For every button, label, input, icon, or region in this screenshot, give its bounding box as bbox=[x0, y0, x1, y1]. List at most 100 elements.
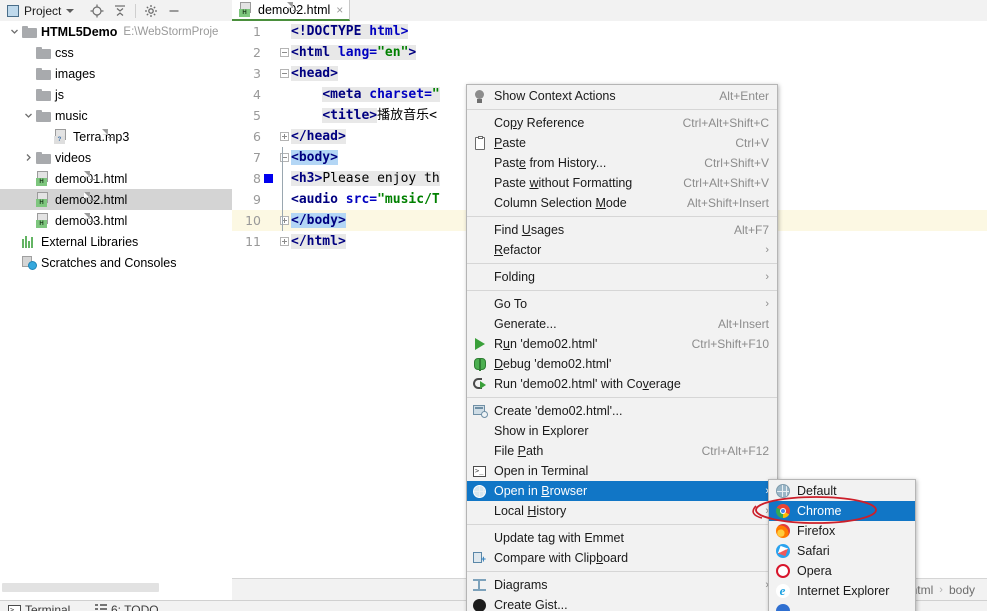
tree-item-css[interactable]: css bbox=[0, 42, 232, 63]
project-tool-window-title[interactable]: Project bbox=[0, 4, 75, 18]
menu-item-run-demo02-html[interactable]: Run 'demo02.html' Ctrl+Shift+F10 bbox=[467, 334, 777, 354]
menu-item-column-selection-mode[interactable]: Column Selection Mode Alt+Shift+Insert bbox=[467, 193, 777, 213]
gutter-row[interactable]: 1 bbox=[232, 21, 291, 42]
status-todo-button[interactable]: 6: TODO bbox=[95, 603, 159, 611]
line-number: 9 bbox=[253, 192, 261, 207]
line-number: 4 bbox=[253, 87, 261, 102]
code-folding-toggle[interactable] bbox=[280, 132, 289, 141]
menu-item-debug-demo02-html[interactable]: Debug 'demo02.html' bbox=[467, 354, 777, 374]
locate-icon[interactable] bbox=[86, 1, 108, 21]
open-in-browser-submenu[interactable]: Default Chrome Firefox Safari Opera e Internet… bbox=[768, 479, 916, 611]
tree-item-demo03-html[interactable]: Hdemo03.html bbox=[0, 210, 232, 231]
menu-item-label: Run 'demo02.html' bbox=[494, 337, 598, 351]
menu-item-update-tag-with-emmet[interactable]: Update tag with Emmet bbox=[467, 528, 777, 548]
status-todo-label: 6: TODO bbox=[111, 603, 159, 611]
browser-item-more[interactable] bbox=[769, 601, 915, 611]
menu-item-label: Folding bbox=[494, 270, 535, 284]
tree-item-music[interactable]: music bbox=[0, 105, 232, 126]
browser-item-safari[interactable]: Safari bbox=[769, 541, 915, 561]
tree-item-scratches-and-consoles[interactable]: Scratches and Consoles bbox=[0, 252, 232, 273]
code-line[interactable]: <!DOCTYPE html> bbox=[291, 21, 987, 42]
menu-item-show-context-actions[interactable]: Show Context Actions Alt+Enter bbox=[467, 86, 777, 106]
tree-item-terra-mp3[interactable]: ? Terra.mp3 bbox=[0, 126, 232, 147]
gutter-row[interactable]: 3 bbox=[232, 63, 291, 84]
toolbar-divider bbox=[135, 3, 137, 18]
code-token: <h3> bbox=[291, 171, 323, 186]
coverage-icon bbox=[471, 376, 488, 392]
menu-item-paste[interactable]: Paste Ctrl+V bbox=[467, 133, 777, 153]
browser-item-opera[interactable]: Opera bbox=[769, 561, 915, 581]
tree-item-external-libraries[interactable]: External Libraries bbox=[0, 231, 232, 252]
menu-item-go-to[interactable]: Go To › bbox=[467, 294, 777, 314]
menu-item-label: Generate... bbox=[494, 317, 557, 331]
browser-item-chrome[interactable]: Chrome bbox=[769, 501, 915, 521]
tree-item-demo01-html[interactable]: Hdemo01.html bbox=[0, 168, 232, 189]
project-tree-panel[interactable]: HTML5Demo E:\WebStormProje css images js musi… bbox=[0, 21, 233, 589]
tree-item-demo02-html[interactable]: Hdemo02.html bbox=[0, 189, 232, 210]
tree-item-label: videos bbox=[55, 150, 92, 165]
menu-item-show-in-explorer[interactable]: Show in Explorer bbox=[467, 421, 777, 441]
code-folding-toggle[interactable] bbox=[280, 237, 289, 246]
chevron-right-icon[interactable] bbox=[22, 147, 35, 168]
menu-item-label: Refactor bbox=[494, 243, 542, 257]
menu-item-paste-without-formatting[interactable]: Paste without Formatting Ctrl+Alt+Shift+V bbox=[467, 173, 777, 193]
menu-separator bbox=[467, 216, 777, 217]
chevron-down-icon[interactable] bbox=[22, 105, 35, 126]
code-token: " bbox=[431, 87, 440, 102]
code-token: Please enjoy th bbox=[322, 171, 440, 186]
chevron-down-icon[interactable] bbox=[66, 8, 75, 13]
editor-gutter[interactable]: 1 2 3 4 5 6 7 8 9 10 11 bbox=[232, 21, 291, 589]
menu-item-open-in-terminal[interactable]: >_ Open in Terminal bbox=[467, 461, 777, 481]
menu-item-open-in-browser[interactable]: Open in Browser› bbox=[467, 481, 777, 501]
menu-item-file-path[interactable]: File Path Ctrl+Alt+F12 bbox=[467, 441, 777, 461]
code-line[interactable]: <head> bbox=[291, 63, 987, 84]
code-line[interactable]: <html lang="en"> bbox=[291, 42, 987, 63]
menu-item-diagrams[interactable]: Diagrams› bbox=[467, 575, 777, 595]
breadcrumb-item-body[interactable]: body bbox=[949, 583, 975, 597]
collapse-all-icon[interactable] bbox=[109, 1, 131, 21]
menu-item-run-demo02-html-with-coverage[interactable]: Run 'demo02.html' with Coverage bbox=[467, 374, 777, 394]
menu-item-create-demo02-html[interactable]: Create 'demo02.html'... bbox=[467, 401, 777, 421]
menu-item-compare-with-clipboard[interactable]: + Compare with Clipboard bbox=[467, 548, 777, 568]
gutter-row[interactable]: 4 bbox=[232, 84, 291, 105]
gutter-row[interactable]: 2 bbox=[232, 42, 291, 63]
menu-item-create-gist[interactable]: Create Gist... bbox=[467, 595, 777, 611]
tree-item-js[interactable]: js bbox=[0, 84, 232, 105]
menu-item-shortcut: Ctrl+Alt+Shift+C bbox=[682, 116, 769, 130]
menu-separator bbox=[467, 397, 777, 398]
menu-separator bbox=[467, 571, 777, 572]
tab-demo02-html[interactable]: H demo02.html × bbox=[232, 0, 351, 21]
menu-item-shortcut: Ctrl+Shift+V bbox=[704, 156, 769, 170]
browser-item-firefox[interactable]: Firefox bbox=[769, 521, 915, 541]
hide-icon[interactable] bbox=[163, 1, 185, 21]
editor-context-menu[interactable]: Show Context Actions Alt+Enter Copy Refere… bbox=[466, 84, 778, 611]
browser-item-internet-explorer[interactable]: e Internet Explorer bbox=[769, 581, 915, 601]
gutter-row[interactable]: 6 bbox=[232, 126, 291, 147]
menu-item-folding[interactable]: Folding › bbox=[467, 267, 777, 287]
menu-item-paste-from-history[interactable]: Paste from History... Ctrl+Shift+V bbox=[467, 153, 777, 173]
status-terminal-button[interactable]: >_ Terminal bbox=[8, 603, 70, 611]
menu-item-label: Local History bbox=[494, 504, 567, 518]
gutter-row[interactable]: 11 bbox=[232, 231, 291, 252]
menu-item-copy-reference[interactable]: Copy Reference Ctrl+Alt+Shift+C bbox=[467, 113, 777, 133]
menu-item-generate[interactable]: Generate... Alt+Insert bbox=[467, 314, 777, 334]
tree-item-html5demo[interactable]: HTML5Demo E:\WebStormProje bbox=[0, 21, 232, 42]
menu-item-local-history[interactable]: Local History› bbox=[467, 501, 777, 521]
browser-item-default[interactable]: Default bbox=[769, 481, 915, 501]
menu-item-refactor[interactable]: Refactor › bbox=[467, 240, 777, 260]
tree-item-videos[interactable]: videos bbox=[0, 147, 232, 168]
horizontal-scrollbar[interactable] bbox=[2, 583, 159, 592]
menu-icon-placeholder bbox=[471, 503, 488, 519]
code-folding-toggle[interactable] bbox=[280, 69, 289, 78]
chevron-down-icon[interactable] bbox=[8, 21, 21, 42]
gutter-row[interactable]: 5 bbox=[232, 105, 291, 126]
tree-item-images[interactable]: images bbox=[0, 63, 232, 84]
debug-icon bbox=[471, 356, 488, 372]
code-folding-toggle[interactable] bbox=[280, 48, 289, 57]
code-token: <head> bbox=[291, 66, 338, 81]
close-icon[interactable]: × bbox=[336, 3, 343, 17]
settings-icon[interactable] bbox=[140, 1, 162, 21]
bookmark-marker[interactable] bbox=[264, 174, 273, 183]
menu-item-find-usages[interactable]: Find Usages Alt+F7 bbox=[467, 220, 777, 240]
